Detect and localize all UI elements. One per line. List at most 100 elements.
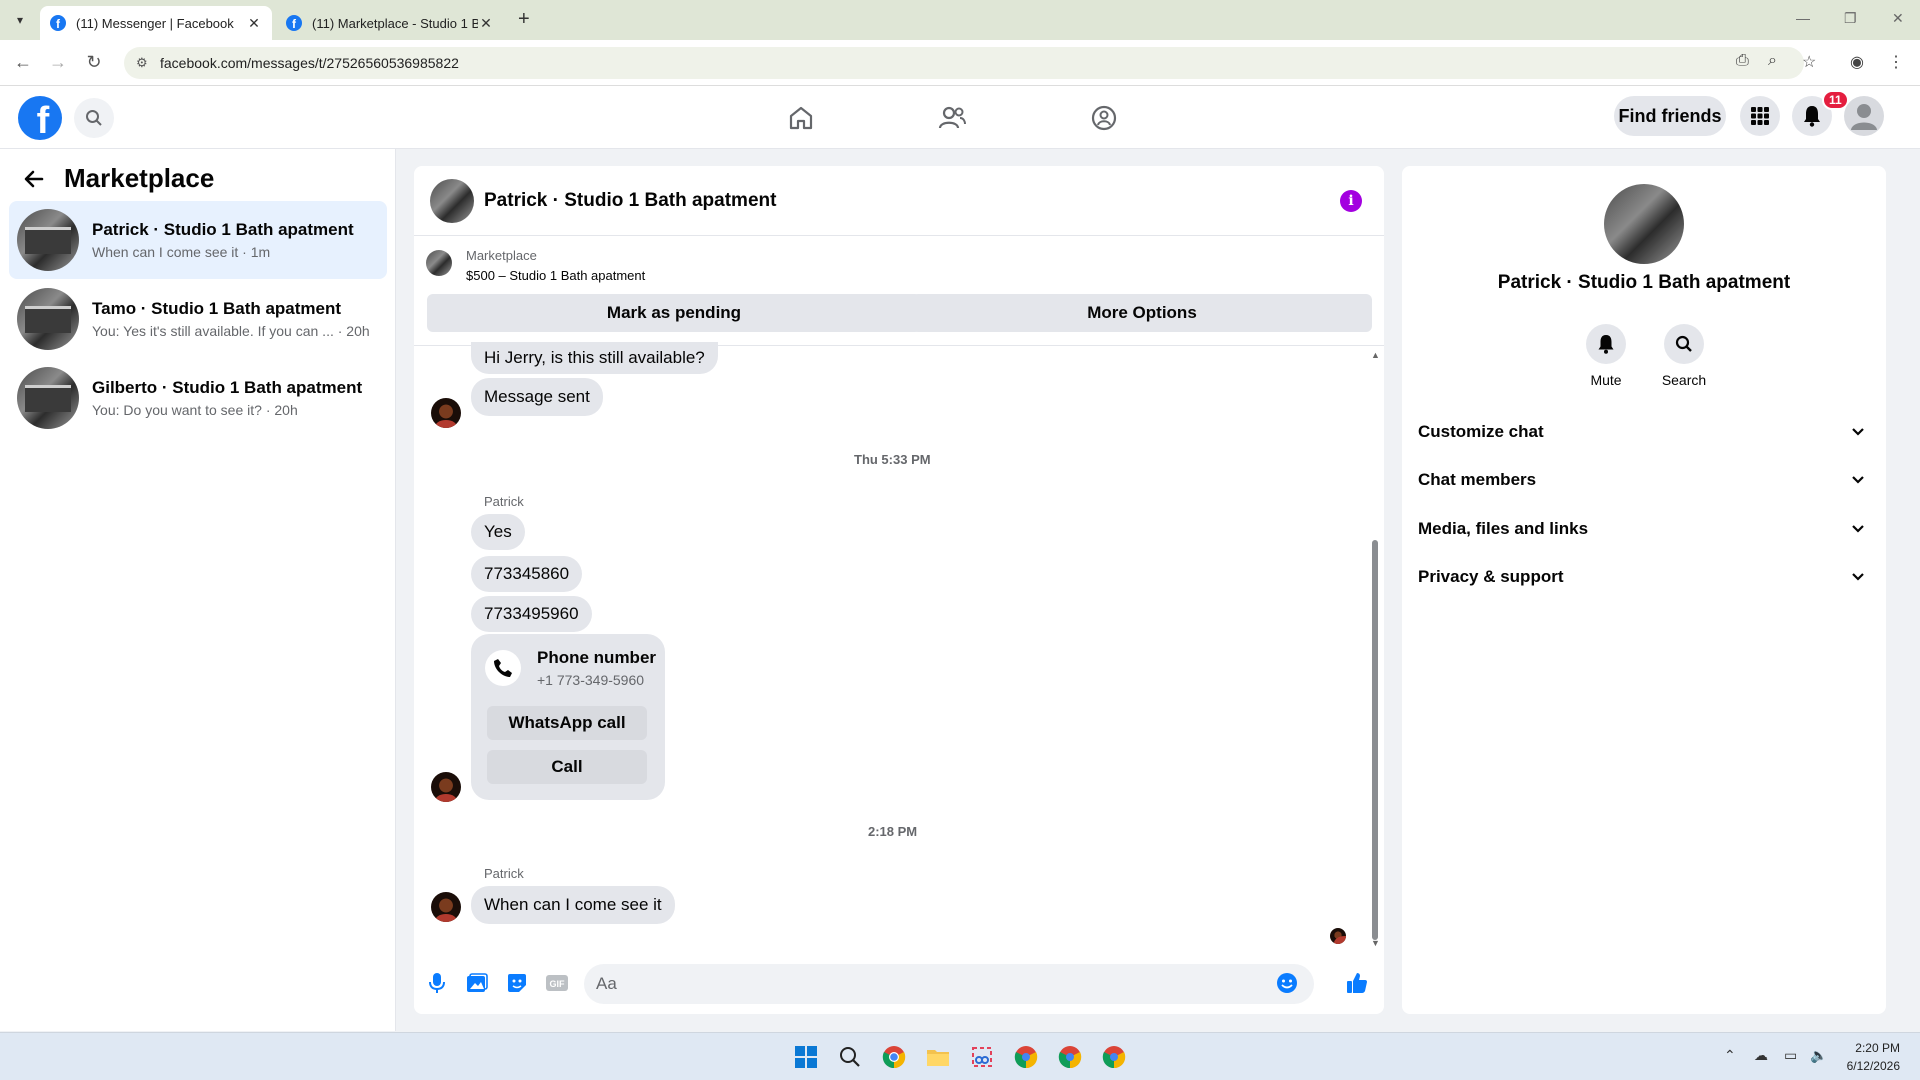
chevron-down-icon — [1846, 565, 1870, 589]
svg-text:GIF: GIF — [550, 979, 566, 989]
message-bubble: When can I come see it — [471, 886, 675, 924]
close-tab-icon[interactable]: ✕ — [478, 15, 494, 32]
minimize-icon[interactable]: — — [1796, 10, 1810, 26]
new-tab-icon[interactable]: + — [518, 8, 530, 31]
chat-title[interactable]: Patrick · Studio 1 Bath apatment — [484, 190, 776, 212]
emoji-icon[interactable] — [1274, 970, 1300, 996]
forward-icon[interactable]: → — [47, 52, 69, 73]
scroll-up-icon[interactable]: ▲ — [1371, 350, 1380, 360]
find-friends-button[interactable]: Find friends — [1614, 96, 1726, 136]
conversation-info-panel: Patrick · Studio 1 Bath apatment Mute Se… — [1402, 166, 1886, 1014]
chat-header: Patrick · Studio 1 Bath apatment i — [414, 166, 1384, 236]
friends-icon[interactable] — [932, 100, 972, 136]
whatsapp-call-button[interactable]: WhatsApp call — [487, 706, 647, 740]
chrome-profile-icon[interactable] — [1012, 1043, 1040, 1071]
more-options-button[interactable]: More Options — [912, 294, 1372, 332]
browser-tab-bar: ▾ f (11) Messenger | Facebook ✕ f (11) M… — [0, 0, 1920, 40]
chevron-down-icon — [1846, 468, 1870, 492]
file-explorer-icon[interactable] — [924, 1043, 952, 1071]
chat-avatar[interactable] — [430, 178, 474, 223]
call-button[interactable]: Call — [487, 750, 647, 784]
display-icon[interactable]: ▭ — [1784, 1047, 1797, 1064]
search-icon[interactable] — [1664, 324, 1704, 364]
section-label: Customize chat — [1418, 422, 1544, 441]
browser-tab-marketplace[interactable]: f (11) Marketplace - Studio 1 Bath apatm… — [276, 6, 504, 40]
listing-thumbnail — [17, 288, 79, 350]
message-bubble: 773345860 — [471, 556, 583, 592]
tab-search-dropdown-icon[interactable]: ▾ — [8, 8, 32, 32]
menu-grid-icon[interactable] — [1740, 96, 1780, 136]
windows-start-icon[interactable] — [792, 1043, 820, 1071]
message-bubble: Yes — [471, 514, 525, 550]
cloud-off-icon[interactable]: ☁ — [1754, 1047, 1768, 1064]
facebook-logo-icon[interactable]: f — [18, 96, 62, 140]
mute-action[interactable]: Mute — [1576, 324, 1636, 388]
chat-members-section[interactable]: Chat members — [1418, 460, 1870, 500]
facebook-header: f Find friends 11 — [0, 86, 1920, 149]
conversation-name: Gilberto · Studio 1 Bath apatment — [92, 378, 363, 397]
listing-title[interactable]: $500 – Studio 1 Bath apatment — [466, 268, 645, 283]
site-settings-icon[interactable]: ⚙ — [136, 55, 148, 71]
listing-thumbnail[interactable] — [426, 250, 452, 276]
groups-icon[interactable] — [1084, 100, 1124, 136]
mark-as-pending-button[interactable]: Mark as pending — [427, 294, 921, 332]
account-avatar[interactable] — [1844, 96, 1884, 136]
close-tab-icon[interactable]: ✕ — [246, 15, 262, 32]
install-app-icon[interactable]: ⎙ — [1736, 52, 1749, 70]
conversation-preview: When can I come see it · 1m — [92, 244, 271, 260]
marketplace-sidebar: Marketplace Patrick · Studio 1 Bath apat… — [0, 149, 396, 1031]
photo-icon[interactable] — [464, 970, 490, 996]
section-label: Chat members — [1418, 470, 1537, 489]
snipping-tool-icon[interactable] — [968, 1043, 996, 1071]
search-action[interactable]: Search — [1654, 324, 1714, 388]
media-files-links-section[interactable]: Media, files and links — [1418, 509, 1870, 549]
taskbar-search-icon[interactable] — [836, 1043, 864, 1071]
gif-icon[interactable]: GIF — [544, 970, 570, 996]
sender-avatar[interactable] — [431, 398, 461, 428]
info-avatar[interactable] — [1604, 184, 1684, 264]
conversation-info-icon[interactable]: i — [1340, 190, 1362, 212]
listing-thumbnail — [17, 367, 79, 429]
menu-kebab-icon[interactable]: ⋮ — [1888, 52, 1904, 72]
scrollbar-thumb[interactable] — [1372, 540, 1378, 940]
home-icon[interactable] — [781, 100, 821, 136]
zoom-icon[interactable]: ⌕ — [1768, 52, 1777, 70]
browser-tab-messenger[interactable]: f (11) Messenger | Facebook ✕ — [40, 6, 272, 40]
sidebar-header: Marketplace — [22, 163, 214, 194]
chrome-profile-icon[interactable] — [1056, 1043, 1084, 1071]
chrome-profile-icon[interactable] — [1100, 1043, 1128, 1071]
sticker-icon[interactable] — [504, 970, 530, 996]
privacy-support-section[interactable]: Privacy & support — [1418, 557, 1870, 597]
chevron-down-icon — [1846, 420, 1870, 444]
tab-title: (11) Messenger | Facebook — [76, 15, 234, 31]
tab-title: (11) Marketplace - Studio 1 Bath apatmen… — [312, 15, 478, 31]
search-icon[interactable] — [74, 98, 114, 138]
search-label: Search — [1661, 372, 1707, 388]
conversation-name: Patrick · Studio 1 Bath apatment — [92, 220, 354, 239]
reload-icon[interactable]: ↻ — [83, 52, 105, 73]
sender-avatar[interactable] — [431, 772, 461, 802]
system-clock[interactable]: 2:20 PM 6/12/2026 — [1847, 1039, 1900, 1075]
read-receipt-avatar — [1330, 928, 1346, 944]
conversation-item-patrick[interactable]: Patrick · Studio 1 Bath apatment When ca… — [9, 201, 387, 279]
back-arrow-icon[interactable] — [22, 167, 46, 191]
chrome-icon[interactable] — [880, 1043, 908, 1071]
profile-icon[interactable]: ◉ — [1850, 52, 1864, 72]
restore-icon[interactable]: ❐ — [1844, 10, 1857, 27]
tray-chevron-icon[interactable]: ⌃ — [1724, 1047, 1736, 1064]
close-window-icon[interactable]: ✕ — [1892, 10, 1904, 27]
volume-icon[interactable]: 🔈 — [1810, 1047, 1827, 1064]
message-input[interactable]: Aa — [584, 964, 1314, 1004]
bookmark-star-icon[interactable]: ☆ — [1802, 52, 1816, 72]
back-icon[interactable]: ← — [12, 52, 34, 73]
microphone-icon[interactable] — [424, 970, 450, 996]
customize-chat-section[interactable]: Customize chat — [1418, 412, 1870, 452]
bell-icon[interactable] — [1586, 324, 1626, 364]
sender-name: Patrick — [484, 494, 524, 509]
thumbs-up-icon[interactable] — [1344, 970, 1370, 996]
sender-avatar[interactable] — [431, 892, 461, 922]
chevron-down-icon — [1846, 517, 1870, 541]
url-field[interactable]: ⚙ facebook.com/messages/t/27526560536985… — [124, 47, 1804, 79]
conversation-item-gilberto[interactable]: Gilberto · Studio 1 Bath apatment You: D… — [9, 359, 387, 437]
conversation-item-tamo[interactable]: Tamo · Studio 1 Bath apatment You: Yes i… — [9, 280, 387, 358]
